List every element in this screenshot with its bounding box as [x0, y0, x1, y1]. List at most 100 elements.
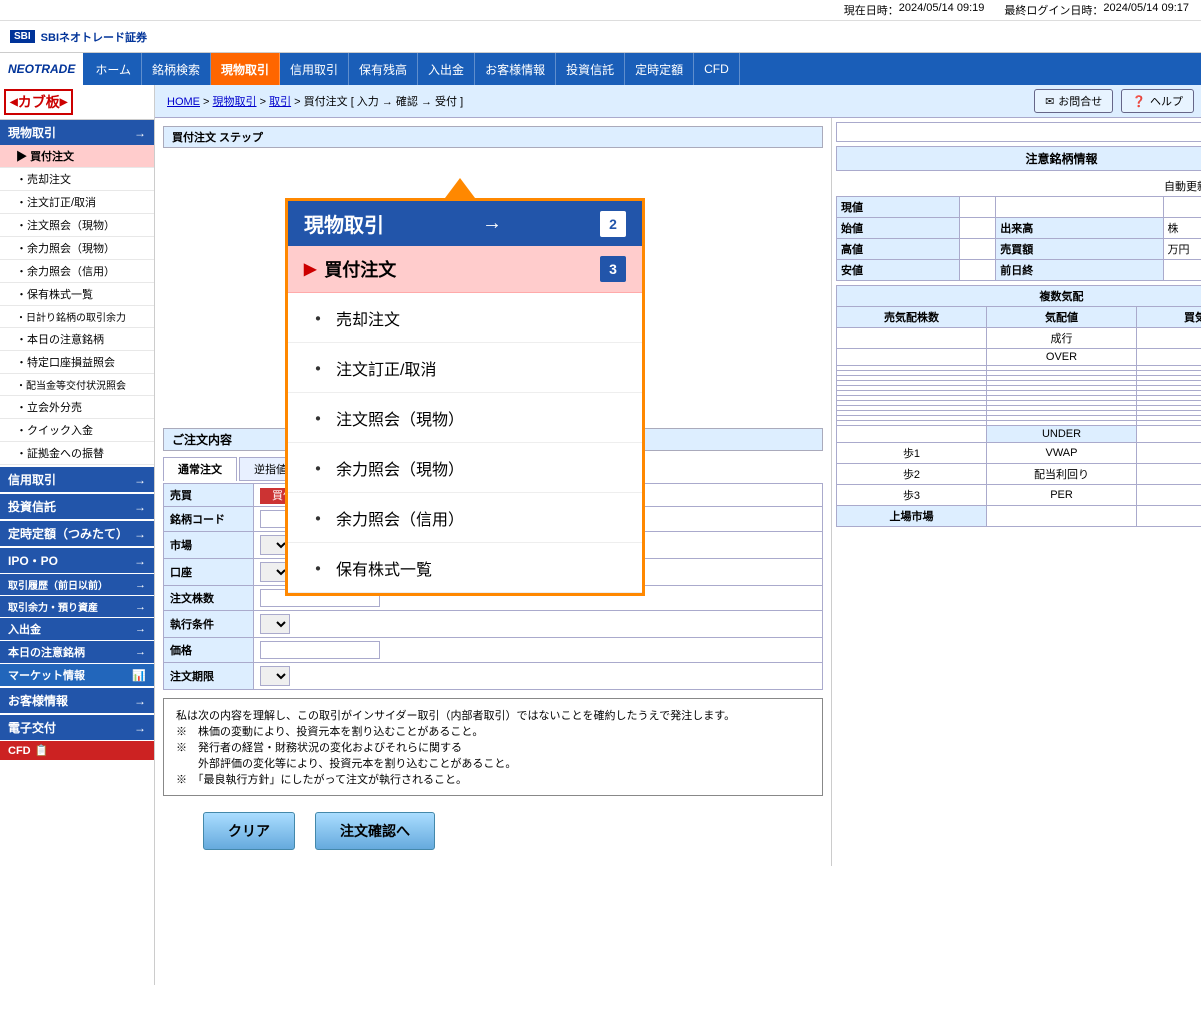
sidebar-header-ipo[interactable]: IPO・PO →	[0, 548, 154, 573]
selected-triangle-icon: ▶	[304, 259, 316, 279]
nav-deposit[interactable]: 入出金	[418, 53, 475, 85]
quote-row-over-sell	[837, 349, 987, 366]
empty1	[996, 197, 1163, 218]
form-buttons: クリア 注文確認へ	[163, 804, 823, 858]
sidebar-header-nyushukkin[interactable]: 入出金 →	[0, 618, 154, 640]
breadcrumb-torihiki[interactable]: 取引	[269, 96, 291, 108]
sidebar-item-chubun-kais[interactable]: ・注文照会（現物）	[0, 214, 154, 237]
auto-refresh-row: 自動更新 ON OFF	[836, 175, 1201, 196]
sidebar-arrow-ipo: →	[134, 554, 146, 568]
popup-item-yoryoku-g[interactable]: ・ 余力照会（現物）	[288, 443, 642, 493]
sidebar-item-tokutei[interactable]: ・特定口座損益照会	[0, 351, 154, 374]
right-panel: 注意銘柄情報 自動更新 ON OFF 現値	[831, 118, 1201, 866]
popup-item-bakyaku[interactable]: ・ 売却注文	[288, 293, 642, 343]
sidebar-item-bakyaku[interactable]: ・売却注文	[0, 168, 154, 191]
sidebar-arrow-yoryoku: →	[135, 601, 146, 613]
popup-arrow-icon: →	[482, 212, 502, 235]
quote-row-nariyuki-sell	[837, 328, 987, 349]
taka-label: 高値	[837, 239, 960, 260]
sidebar-header-okyakusama[interactable]: お客様情報 →	[0, 688, 154, 713]
sidebar-header-denshi[interactable]: 電子交付 →	[0, 715, 154, 740]
nav-genbutsu[interactable]: 現物取引	[211, 53, 280, 85]
nav-cfd[interactable]: CFD	[694, 53, 740, 85]
confirm-button[interactable]: 注文確認へ	[315, 812, 435, 850]
tab-normal[interactable]: 通常注文	[163, 457, 237, 481]
period-select[interactable]	[260, 666, 290, 686]
quote-section: 複数気配 売気配株数 気配値 買気配株数 成行	[836, 285, 1201, 527]
sidebar-arrow-shinyou: →	[134, 473, 146, 487]
nav-customer[interactable]: お客様情報	[475, 53, 556, 85]
breadcrumb-home[interactable]: HOME	[167, 96, 200, 108]
price-table: 現値 始値 出来高 株 高値	[836, 196, 1201, 281]
nav-search[interactable]: 銘柄検索	[142, 53, 211, 85]
popup-overlay: 現物取引 → 2 ▶ 買付注文 3 ・ 売却注文	[285, 178, 645, 596]
quote-row-under-buy	[1137, 426, 1201, 443]
sidebar-item-yoryoku-s[interactable]: ・余力照会（信用）	[0, 260, 154, 283]
stat-per-value: 倍	[1137, 485, 1201, 506]
clear-button[interactable]: クリア	[203, 812, 295, 850]
sidebar-header-rireki[interactable]: 取引履歴（前日以前） →	[0, 574, 154, 595]
exec-select[interactable]	[260, 614, 290, 634]
sidebar-cfd[interactable]: CFD 📋	[0, 741, 154, 760]
dot-icon-1: ・	[308, 303, 328, 332]
sidebar-item-shokou[interactable]: ・証拠金への振替	[0, 442, 154, 465]
action-buttons: ✉ お問合せ ❓ ヘルプ ログアウト	[1034, 89, 1201, 113]
genchi-label: 現値	[837, 197, 960, 218]
quote-header-price: 気配値	[987, 307, 1137, 328]
breadcrumb-genbutsu[interactable]: 現物取引	[213, 96, 257, 108]
breadcrumb: HOME > 現物取引 > 取引 > 買付注文 [ 入力 → 確認 → 受付 ]	[167, 93, 463, 109]
nav-shinyou[interactable]: 信用取引	[280, 53, 349, 85]
hajime-label: 始値	[837, 218, 960, 239]
sidebar-header-yoryoku[interactable]: 取引余力・預り資産 →	[0, 596, 154, 617]
sidebar-header-kyou-chuui2[interactable]: 本日の注意銘柄 →	[0, 641, 154, 663]
field-label-qty: 注文株数	[164, 586, 254, 611]
sidebar-arrow-teiji: →	[134, 527, 146, 541]
dot-icon-3: ・	[308, 403, 328, 432]
sidebar-item-nikkei[interactable]: ・日計り銘柄の取引余力	[0, 306, 154, 328]
jojo-value	[987, 506, 1137, 527]
help-button[interactable]: ❓ ヘルプ	[1121, 89, 1194, 113]
maenihi-label: 前日終	[996, 260, 1163, 281]
taka-value	[960, 239, 996, 260]
sidebar-item-holdings[interactable]: ・保有株式一覧	[0, 283, 154, 306]
stat-vwap-value	[1137, 443, 1201, 464]
content-area: HOME > 現物取引 > 取引 > 買付注文 [ 入力 → 確認 → 受付 ]…	[155, 85, 1201, 985]
sidebar-item-chubun-tori[interactable]: ・注文訂正/取消	[0, 191, 154, 214]
sidebar-item-tachiai[interactable]: ・立会外分売	[0, 396, 154, 419]
quote-header-buy: 買気配株数	[1137, 307, 1201, 328]
sidebar-arrow-okyakusama: →	[134, 694, 146, 708]
popup-item-chubun[interactable]: ・ 注文訂正/取消	[288, 343, 642, 393]
sidebar-arrow-denshi: →	[134, 721, 146, 735]
stat-bu3: 歩3	[837, 485, 987, 506]
dekidaka-value: 株	[1163, 218, 1201, 239]
sidebar-header-teiji[interactable]: 定時定額（つみたて） →	[0, 521, 154, 546]
empty2	[1163, 197, 1201, 218]
nav-home[interactable]: ホーム	[85, 53, 142, 85]
datetime-value: 2024/05/14 09:19	[899, 2, 985, 18]
popup-item-holdings[interactable]: ・ 保有株式一覧	[288, 543, 642, 593]
contact-button[interactable]: ✉ お問合せ	[1034, 89, 1113, 113]
sidebar-header-genbutsu[interactable]: 現物取引 →	[0, 120, 154, 145]
sidebar-item-yoryoku-g[interactable]: ・余力照会（現物）	[0, 237, 154, 260]
sidebar-item-kaifu[interactable]: ▶ 買付注文	[0, 145, 154, 168]
sidebar-market[interactable]: マーケット情報 📊	[0, 664, 154, 686]
nav-toshi[interactable]: 投資信託	[556, 53, 625, 85]
sidebar-item-kyou-chuui[interactable]: ・本日の注意銘柄	[0, 328, 154, 351]
sidebar-item-quick[interactable]: ・クイック入金	[0, 419, 154, 442]
quote-header-sell: 売気配株数	[837, 307, 987, 328]
stat-per-label: PER	[987, 485, 1137, 506]
nav-holdings[interactable]: 保有残高	[349, 53, 418, 85]
uriage-label: 売買額	[996, 239, 1163, 260]
popup-item-chukai-g[interactable]: ・ 注文照会（現物）	[288, 393, 642, 443]
quote-row-under-price: UNDER	[987, 426, 1137, 443]
sidebar-header-toshi[interactable]: 投資信託 →	[0, 494, 154, 519]
dot-icon-6: ・	[308, 553, 328, 582]
popup-selected-item[interactable]: ▶ 買付注文 3	[288, 246, 642, 293]
popup-num2: 3	[600, 256, 626, 282]
price-input[interactable]	[260, 641, 380, 659]
popup-item-yoryoku-s[interactable]: ・ 余力照会（信用）	[288, 493, 642, 543]
nav-teiji[interactable]: 定時定額	[625, 53, 694, 85]
sidebar-header-shinyou[interactable]: 信用取引 →	[0, 467, 154, 492]
sbi-logo: SBI SBIネオトレード証券	[10, 29, 147, 45]
sidebar-item-haito[interactable]: ・配当金等交付状況照会	[0, 374, 154, 396]
